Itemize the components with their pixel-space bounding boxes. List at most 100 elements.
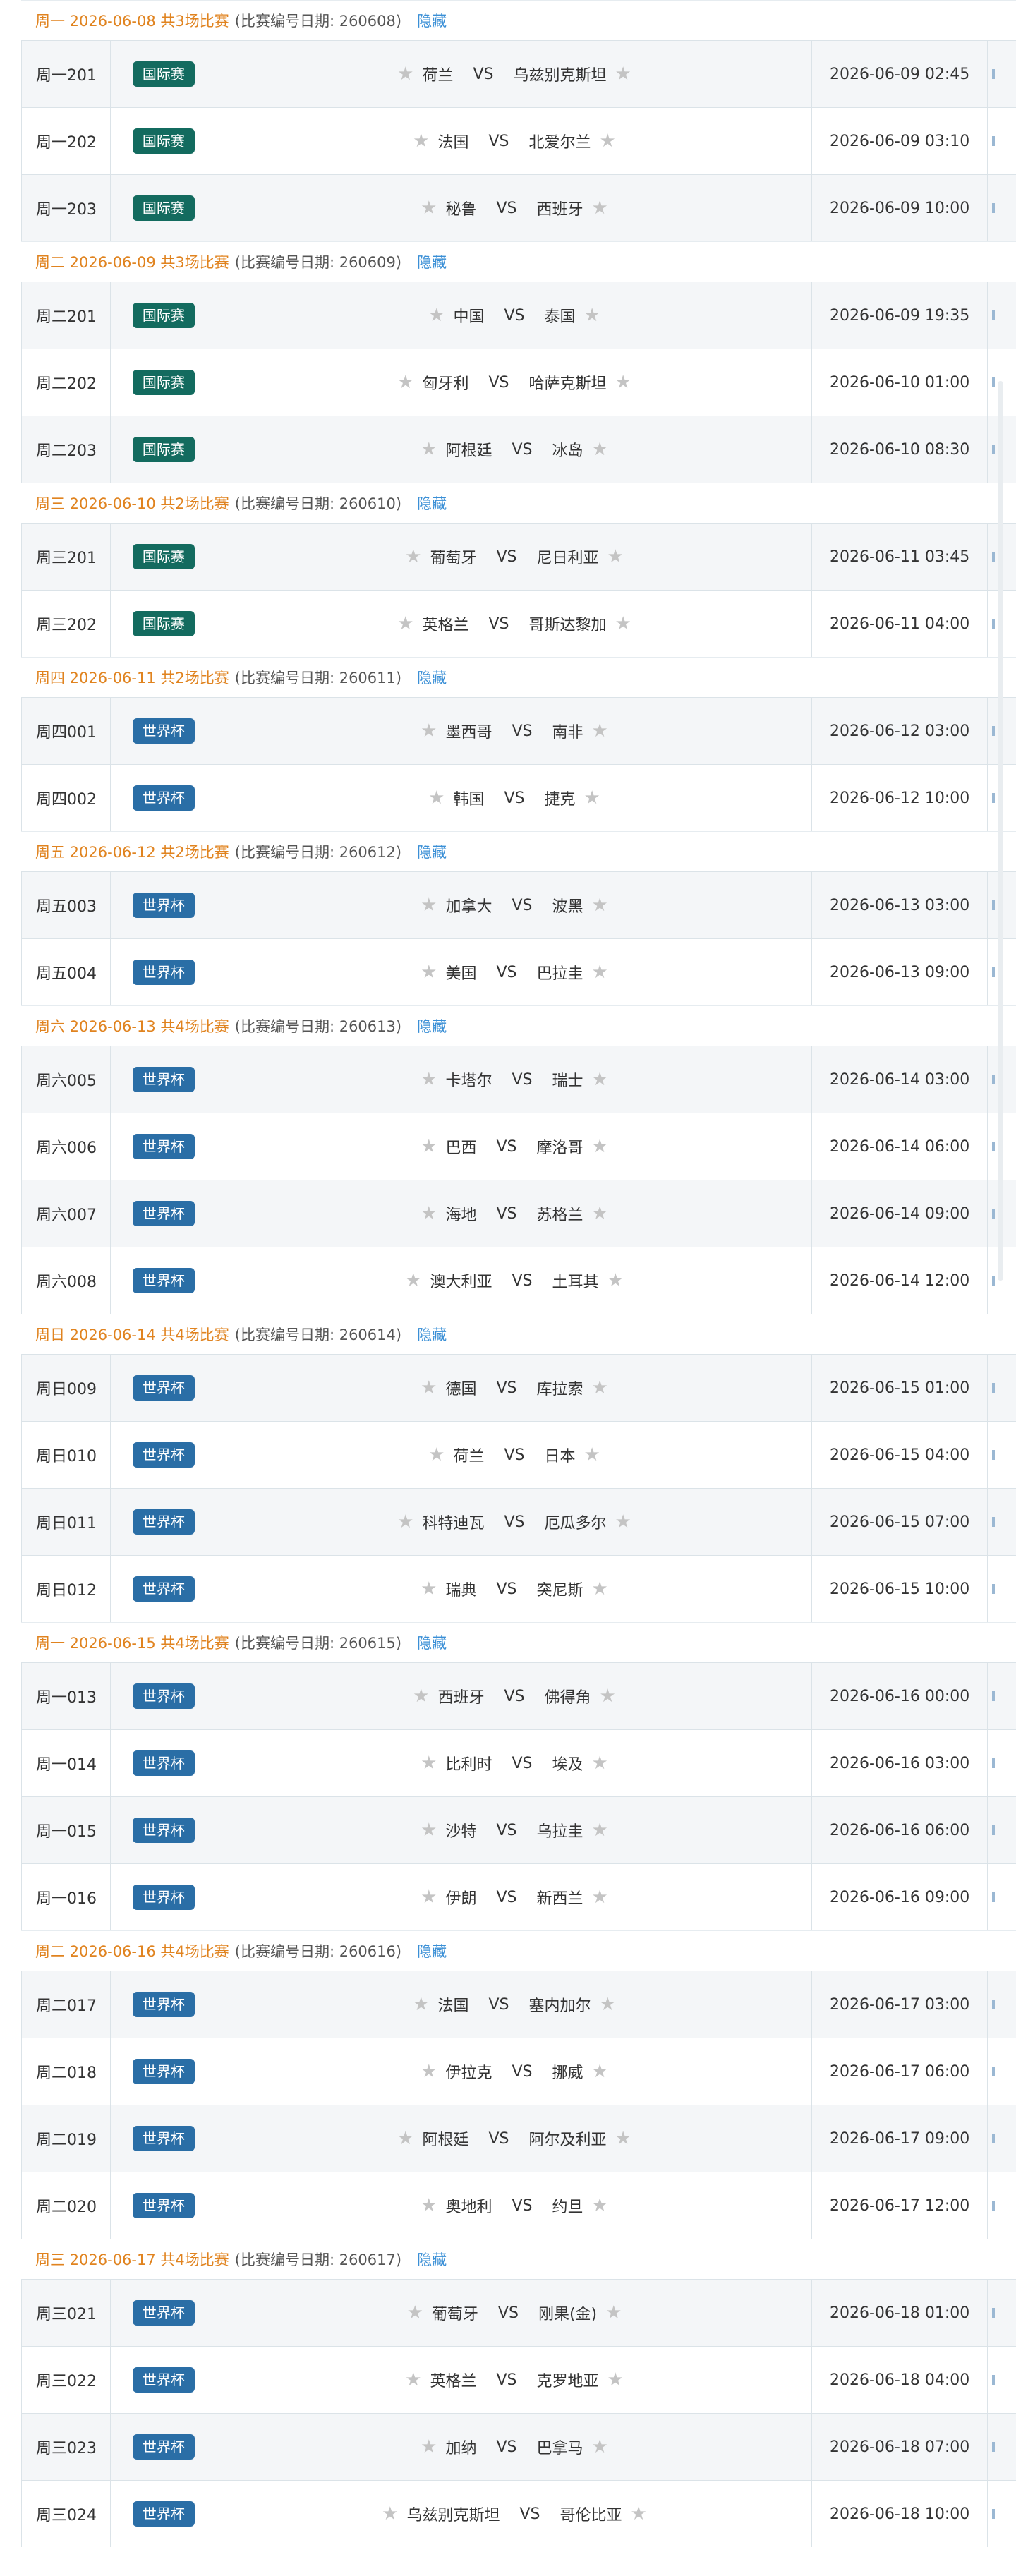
match-row[interactable]: 周一015 世界杯 ★ 沙特 VS 乌拉圭 ★ 2026-06-16 06:00 [21,1796,1016,1863]
match-row[interactable]: 周日010 世界杯 ★ 荷兰 VS 日本 ★ 2026-06-15 04:00 [21,1421,1016,1488]
away-star-icon[interactable]: ★ [592,1069,608,1090]
home-star-icon[interactable]: ★ [421,1377,437,1398]
away-team[interactable]: 捷克 [545,787,576,809]
home-star-icon[interactable]: ★ [397,372,413,393]
league-badge[interactable]: 世界杯 [132,2501,195,2527]
away-team[interactable]: 克罗地亚 [537,2369,599,2391]
league-badge[interactable]: 世界杯 [132,2367,195,2393]
away-star-icon[interactable]: ★ [592,1753,608,1774]
home-star-icon[interactable]: ★ [428,787,445,809]
away-star-icon[interactable]: ★ [584,787,600,809]
home-star-icon[interactable]: ★ [421,1887,437,1908]
league-badge[interactable]: 世界杯 [132,1134,195,1159]
away-team[interactable]: 尼日利亚 [537,545,599,568]
league-badge[interactable]: 国际赛 [132,544,195,569]
match-row[interactable]: 周二201 国际赛 ★ 中国 VS 泰国 ★ 2026-06-09 19:35 [21,282,1016,349]
home-star-icon[interactable]: ★ [397,1511,413,1532]
home-star-icon[interactable]: ★ [421,1069,437,1090]
away-team[interactable]: 库拉索 [537,1377,583,1399]
home-star-icon[interactable]: ★ [397,64,413,85]
match-row[interactable]: 周二203 国际赛 ★ 阿根廷 VS 冰岛 ★ 2026-06-10 08:30 [21,416,1016,483]
match-row[interactable]: 周六005 世界杯 ★ 卡塔尔 VS 瑞士 ★ 2026-06-14 03:00 [21,1046,1016,1113]
league-badge[interactable]: 世界杯 [132,960,195,985]
home-team[interactable]: 澳大利亚 [430,1269,492,1292]
home-team[interactable]: 沙特 [445,1819,476,1842]
league-badge[interactable]: 国际赛 [132,303,195,328]
home-team[interactable]: 卡塔尔 [445,1068,492,1091]
hide-link[interactable]: 隐藏 [417,667,447,688]
away-star-icon[interactable]: ★ [631,2503,647,2524]
home-team[interactable]: 奥地利 [445,2194,492,2217]
league-badge[interactable]: 世界杯 [132,1885,195,1910]
league-badge[interactable]: 世界杯 [132,2059,195,2084]
home-team[interactable]: 比利时 [445,1752,492,1774]
hide-link[interactable]: 隐藏 [417,1632,447,1653]
home-team[interactable]: 法国 [437,130,468,152]
home-team[interactable]: 科特迪瓦 [422,1511,484,1533]
home-team[interactable]: 英格兰 [430,2369,476,2391]
home-star-icon[interactable]: ★ [421,1578,437,1600]
home-star-icon[interactable]: ★ [421,2436,437,2457]
league-badge[interactable]: 世界杯 [132,893,195,918]
away-team[interactable]: 突尼斯 [537,1578,583,1600]
away-team[interactable]: 南非 [552,720,583,742]
away-star-icon[interactable]: ★ [615,64,631,85]
home-star-icon[interactable]: ★ [428,305,445,326]
match-row[interactable]: 周五003 世界杯 ★ 加拿大 VS 波黑 ★ 2026-06-13 03:00 [21,871,1016,938]
league-badge[interactable]: 世界杯 [132,2193,195,2218]
hide-link[interactable]: 隐藏 [417,2249,447,2270]
home-team[interactable]: 韩国 [453,787,484,809]
match-row[interactable]: 周一203 国际赛 ★ 秘鲁 VS 西班牙 ★ 2026-06-09 10:00 [21,174,1016,241]
league-badge[interactable]: 世界杯 [132,785,195,811]
away-team[interactable]: 摩洛哥 [537,1135,583,1158]
match-row[interactable]: 周六006 世界杯 ★ 巴西 VS 摩洛哥 ★ 2026-06-14 06:00 [21,1113,1016,1180]
league-badge[interactable]: 世界杯 [132,1750,195,1776]
home-team[interactable]: 伊朗 [445,1886,476,1909]
match-row[interactable]: 周三023 世界杯 ★ 加纳 VS 巴拿马 ★ 2026-06-18 07:00 [21,2413,1016,2480]
away-star-icon[interactable]: ★ [592,1887,608,1908]
league-badge[interactable]: 世界杯 [132,1683,195,1709]
away-team[interactable]: 塞内加尔 [529,1993,591,2016]
league-badge[interactable]: 世界杯 [132,2300,195,2326]
home-star-icon[interactable]: ★ [421,2061,437,2082]
away-star-icon[interactable]: ★ [592,439,608,460]
home-team[interactable]: 中国 [453,304,484,327]
away-star-icon[interactable]: ★ [600,131,616,152]
home-star-icon[interactable]: ★ [421,1753,437,1774]
away-star-icon[interactable]: ★ [607,2369,624,2390]
match-row[interactable]: 周三202 国际赛 ★ 英格兰 VS 哥斯达黎加 ★ 2026-06-11 04:00 [21,590,1016,657]
away-star-icon[interactable]: ★ [592,2436,608,2457]
away-team[interactable]: 佛得角 [545,1685,591,1707]
league-badge[interactable]: 世界杯 [132,1576,195,1602]
match-row[interactable]: 周六008 世界杯 ★ 澳大利亚 VS 土耳其 ★ 2026-06-14 12:00 [21,1247,1016,1314]
league-badge[interactable]: 国际赛 [132,611,195,636]
home-team[interactable]: 西班牙 [437,1685,484,1707]
match-row[interactable]: 周日011 世界杯 ★ 科特迪瓦 VS 厄瓜多尔 ★ 2026-06-15 07:00 [21,1488,1016,1555]
away-team[interactable]: 刚果(金) [538,2302,597,2324]
away-star-icon[interactable]: ★ [607,546,624,567]
away-team[interactable]: 泰国 [545,304,576,327]
home-team[interactable]: 加纳 [445,2436,476,2458]
home-team[interactable]: 德国 [445,1377,476,1399]
match-row[interactable]: 周三021 世界杯 ★ 葡萄牙 VS 刚果(金) ★ 2026-06-18 01:00 [21,2279,1016,2346]
league-badge[interactable]: 世界杯 [132,1375,195,1401]
home-team[interactable]: 瑞典 [445,1578,476,1600]
hide-link[interactable]: 隐藏 [417,1324,447,1345]
away-team[interactable]: 新西兰 [537,1886,583,1909]
away-star-icon[interactable]: ★ [592,2195,608,2216]
away-team[interactable]: 埃及 [552,1752,583,1774]
home-team[interactable]: 荷兰 [453,1444,484,1466]
home-star-icon[interactable]: ★ [421,439,437,460]
match-row[interactable]: 周一202 国际赛 ★ 法国 VS 北爱尔兰 ★ 2026-06-09 03:10 [21,107,1016,174]
match-row[interactable]: 周二017 世界杯 ★ 法国 VS 塞内加尔 ★ 2026-06-17 03:00 [21,1971,1016,2038]
match-row[interactable]: 周五004 世界杯 ★ 美国 VS 巴拉圭 ★ 2026-06-13 09:00 [21,938,1016,1005]
home-star-icon[interactable]: ★ [421,198,437,219]
league-badge[interactable]: 国际赛 [132,370,195,395]
away-star-icon[interactable]: ★ [592,2061,608,2082]
away-star-icon[interactable]: ★ [615,372,631,393]
home-star-icon[interactable]: ★ [421,895,437,916]
away-team[interactable]: 乌兹别克斯坦 [514,63,607,85]
away-star-icon[interactable]: ★ [592,720,608,742]
home-star-icon[interactable]: ★ [407,2302,423,2323]
away-team[interactable]: 土耳其 [552,1269,599,1292]
